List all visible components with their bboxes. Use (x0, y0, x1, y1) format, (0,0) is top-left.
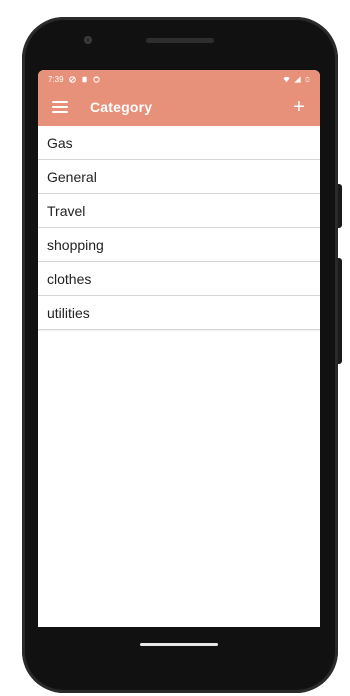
add-icon[interactable]: + (288, 96, 310, 118)
status-time: 7:39 (48, 74, 64, 84)
status-right (283, 75, 310, 83)
list-item[interactable]: General (38, 160, 320, 194)
battery-icon (305, 76, 310, 82)
app-notification-icon (92, 75, 100, 83)
status-bar: 7:39 (38, 70, 320, 88)
list-item[interactable]: Gas (38, 126, 320, 160)
menu-line (52, 111, 68, 113)
app-screen: 7:39 Category + Gas General Travel shopp… (38, 70, 320, 627)
menu-line (52, 101, 68, 103)
menu-icon[interactable] (52, 101, 68, 113)
do-not-disturb-icon (68, 75, 76, 83)
list-item[interactable]: clothes (38, 262, 320, 296)
home-gesture-bar[interactable] (140, 643, 218, 646)
signal-icon (294, 75, 301, 83)
category-list: Gas General Travel shopping clothes util… (38, 126, 320, 330)
app-bar: Category + (38, 88, 320, 126)
phone-frame: 7:39 Category + Gas General Travel shopp… (22, 17, 338, 693)
camera-icon (84, 36, 92, 44)
bottom-bezel (22, 627, 338, 693)
list-item[interactable]: utilities (38, 296, 320, 330)
device-stage: 7:39 Category + Gas General Travel shopp… (0, 0, 350, 696)
page-title: Category (90, 99, 153, 115)
sd-card-icon (81, 76, 87, 82)
list-item[interactable]: Travel (38, 194, 320, 228)
speaker-grille (146, 38, 214, 43)
menu-line (52, 106, 68, 108)
list-item[interactable]: shopping (38, 228, 320, 262)
status-left: 7:39 (48, 75, 100, 84)
wifi-icon (283, 76, 290, 82)
top-bezel (22, 17, 338, 69)
